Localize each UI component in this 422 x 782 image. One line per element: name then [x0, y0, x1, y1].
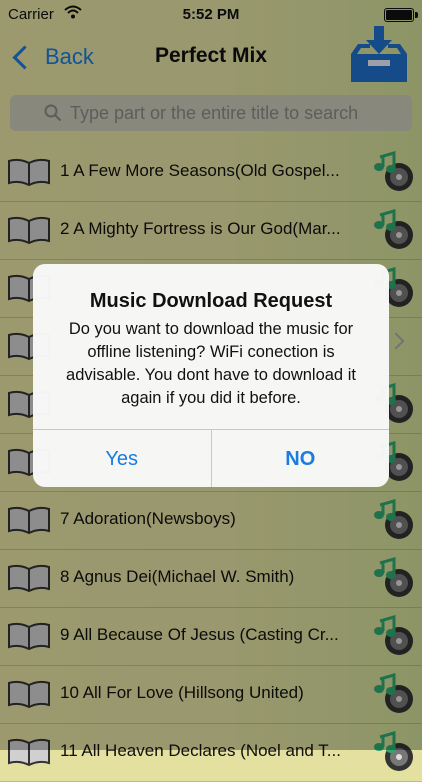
yes-button[interactable]: Yes [33, 430, 211, 487]
no-button[interactable]: NO [212, 430, 390, 487]
dialog-title: Music Download Request [89, 290, 333, 312]
download-request-dialog: Music Download Request Do you want to do… [33, 264, 389, 487]
dialog-button-row: Yes NO [33, 429, 389, 487]
dialog-message: Do you want to download the music for of… [66, 320, 356, 407]
